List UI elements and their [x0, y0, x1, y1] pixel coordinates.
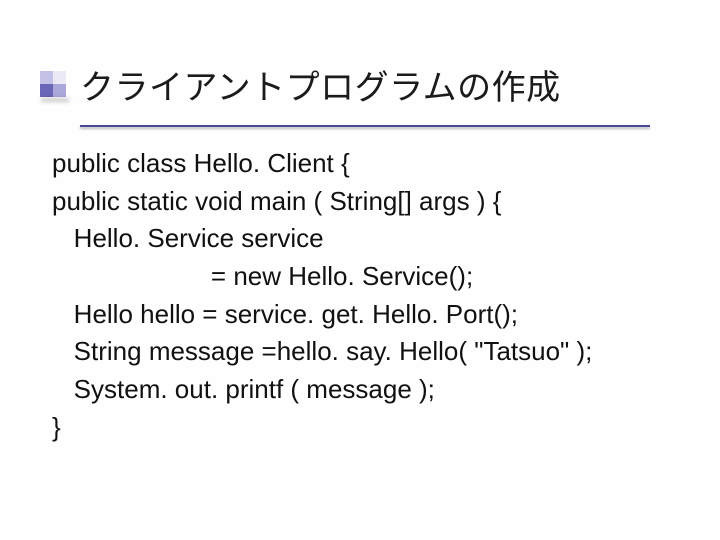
slide-title: クライアントプログラムの作成 — [80, 60, 561, 109]
code-line: System. out. printf ( message ); — [52, 374, 435, 404]
code-line: Hello. Service service — [52, 223, 324, 253]
slide: クライアントプログラムの作成 public class Hello. Clien… — [0, 0, 720, 540]
code-block: public class Hello. Client { public stat… — [52, 145, 690, 447]
code-line: String message =hello. say. Hello( "Tats… — [52, 336, 592, 366]
title-underline — [80, 125, 650, 127]
code-line: public static void main ( String[] args … — [52, 186, 501, 216]
code-line: Hello hello = service. get. Hello. Port(… — [52, 299, 518, 329]
code-line: public class Hello. Client { — [52, 148, 350, 178]
title-bullet-icon — [40, 71, 68, 99]
code-line: } — [52, 412, 61, 442]
code-line: = new Hello. Service(); — [52, 261, 473, 291]
title-row: クライアントプログラムの作成 — [40, 60, 690, 109]
